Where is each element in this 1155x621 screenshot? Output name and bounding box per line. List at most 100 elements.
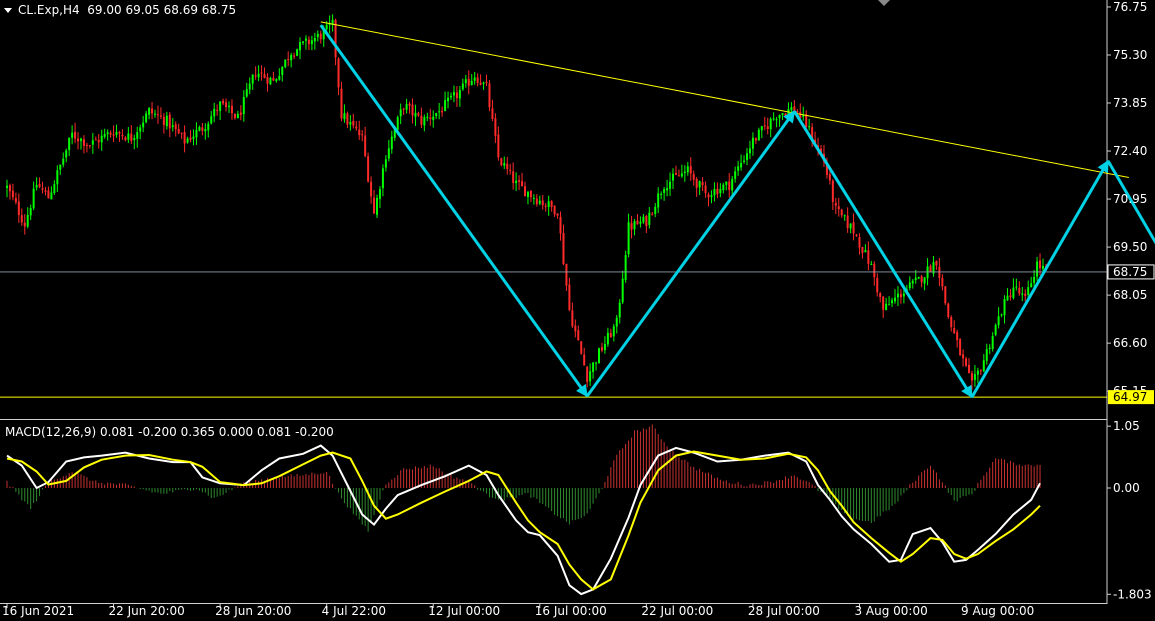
- candle-body: [959, 339, 962, 356]
- candle-body: [965, 358, 968, 366]
- candle-body: [269, 78, 272, 85]
- candle-body: [624, 255, 627, 280]
- candle-body: [349, 122, 352, 125]
- candle-body: [56, 170, 59, 185]
- candle-body: [325, 24, 328, 30]
- candle-body: [20, 215, 23, 223]
- candle-body: [988, 347, 991, 349]
- candle-body: [1036, 261, 1039, 277]
- candle-body: [316, 33, 319, 38]
- candle-body: [760, 126, 763, 131]
- candle-body: [683, 171, 686, 174]
- candle-body: [491, 108, 494, 119]
- candle-body: [828, 174, 831, 181]
- price-tick-label: 66.60: [1113, 336, 1147, 350]
- price-tick-label: 70.95: [1113, 192, 1147, 206]
- candle-body: [503, 163, 506, 166]
- candle-body: [136, 132, 139, 139]
- current-price-label: 68.75: [1113, 265, 1147, 279]
- candle-body: [846, 215, 849, 229]
- candle-body: [124, 137, 127, 141]
- pattern-arrow: [319, 24, 589, 398]
- time-tick-label: 16 Jul 00:00: [535, 604, 607, 618]
- candle-body: [518, 180, 521, 182]
- candle-body: [568, 284, 571, 310]
- candle-body: [757, 129, 760, 141]
- candle-body: [242, 96, 245, 115]
- candle-body: [198, 126, 201, 131]
- candle-body: [151, 108, 154, 114]
- candle-body: [532, 197, 535, 199]
- candle-body: [615, 317, 618, 327]
- candle-body: [482, 82, 485, 84]
- candle-body: [222, 100, 225, 104]
- candlestick-series: [6, 14, 1047, 390]
- candle-body: [737, 166, 740, 171]
- pattern-arrow: [970, 159, 1110, 398]
- candle-body: [935, 260, 938, 266]
- candle-body: [870, 264, 873, 266]
- chart-frame: [0, 0, 1108, 604]
- candle-body: [512, 171, 515, 183]
- candle-body: [538, 200, 541, 204]
- candle-body: [414, 112, 417, 117]
- candle-body: [953, 328, 956, 334]
- candle-body: [772, 118, 775, 120]
- candle-body: [367, 156, 370, 182]
- candle-body: [396, 117, 399, 130]
- candle-body: [526, 191, 529, 197]
- candle-body: [233, 113, 236, 119]
- candle-body: [1024, 293, 1027, 296]
- candle-body: [260, 72, 263, 74]
- candle-body: [1030, 283, 1033, 288]
- candle-body: [740, 163, 743, 168]
- candle-body: [701, 182, 704, 186]
- chevron-down-icon[interactable]: [4, 8, 12, 13]
- candle-body: [343, 113, 346, 120]
- candle-body: [118, 132, 121, 134]
- candle-body: [805, 114, 808, 127]
- candle-body: [985, 349, 988, 361]
- candle-body: [432, 116, 435, 120]
- candle-body: [109, 132, 112, 135]
- price-chart[interactable]: 76.75 75.30 73.85 72.40 70.95 69.50 68.05 66.60…: [0, 0, 1155, 621]
- candle-body: [452, 92, 455, 96]
- candle-body: [719, 188, 722, 194]
- candle-body: [973, 374, 976, 380]
- candle-body: [746, 153, 748, 160]
- candle-body: [384, 159, 387, 168]
- candle-body: [88, 145, 91, 147]
- candle-body: [583, 354, 586, 366]
- candle-body: [784, 113, 787, 117]
- candle-body: [473, 77, 476, 81]
- candle-body: [313, 38, 316, 42]
- candle-body: [145, 113, 148, 123]
- candle-body: [307, 39, 310, 45]
- candle-body: [461, 83, 464, 90]
- candle-body: [408, 103, 411, 106]
- candle-body: [589, 371, 592, 382]
- candle-body: [346, 113, 349, 125]
- candle-body: [85, 144, 88, 146]
- support-price-label: 64.97: [1113, 390, 1147, 404]
- candle-body: [627, 222, 630, 255]
- candle-body: [310, 40, 313, 45]
- macd-title: MACD(12,26,9) 0.081 -0.200 0.365 0.000 0…: [5, 425, 334, 439]
- candle-body: [470, 81, 473, 85]
- candle-body: [663, 189, 666, 193]
- candle-body: [775, 119, 778, 121]
- candle-body: [565, 263, 568, 286]
- candle-body: [914, 277, 917, 281]
- candle-body: [467, 78, 470, 86]
- symbol-label: CL.Exp,H4: [18, 3, 80, 17]
- candle-body: [71, 132, 74, 138]
- candle-body: [556, 213, 559, 216]
- candle-body: [938, 266, 941, 279]
- candle-body: [929, 265, 932, 273]
- candle-body: [68, 137, 71, 151]
- candle-body: [97, 139, 100, 143]
- candle-body: [692, 174, 695, 180]
- candle-body: [651, 213, 654, 215]
- candle-body: [59, 164, 62, 170]
- price-tick-label: 69.50: [1113, 240, 1147, 254]
